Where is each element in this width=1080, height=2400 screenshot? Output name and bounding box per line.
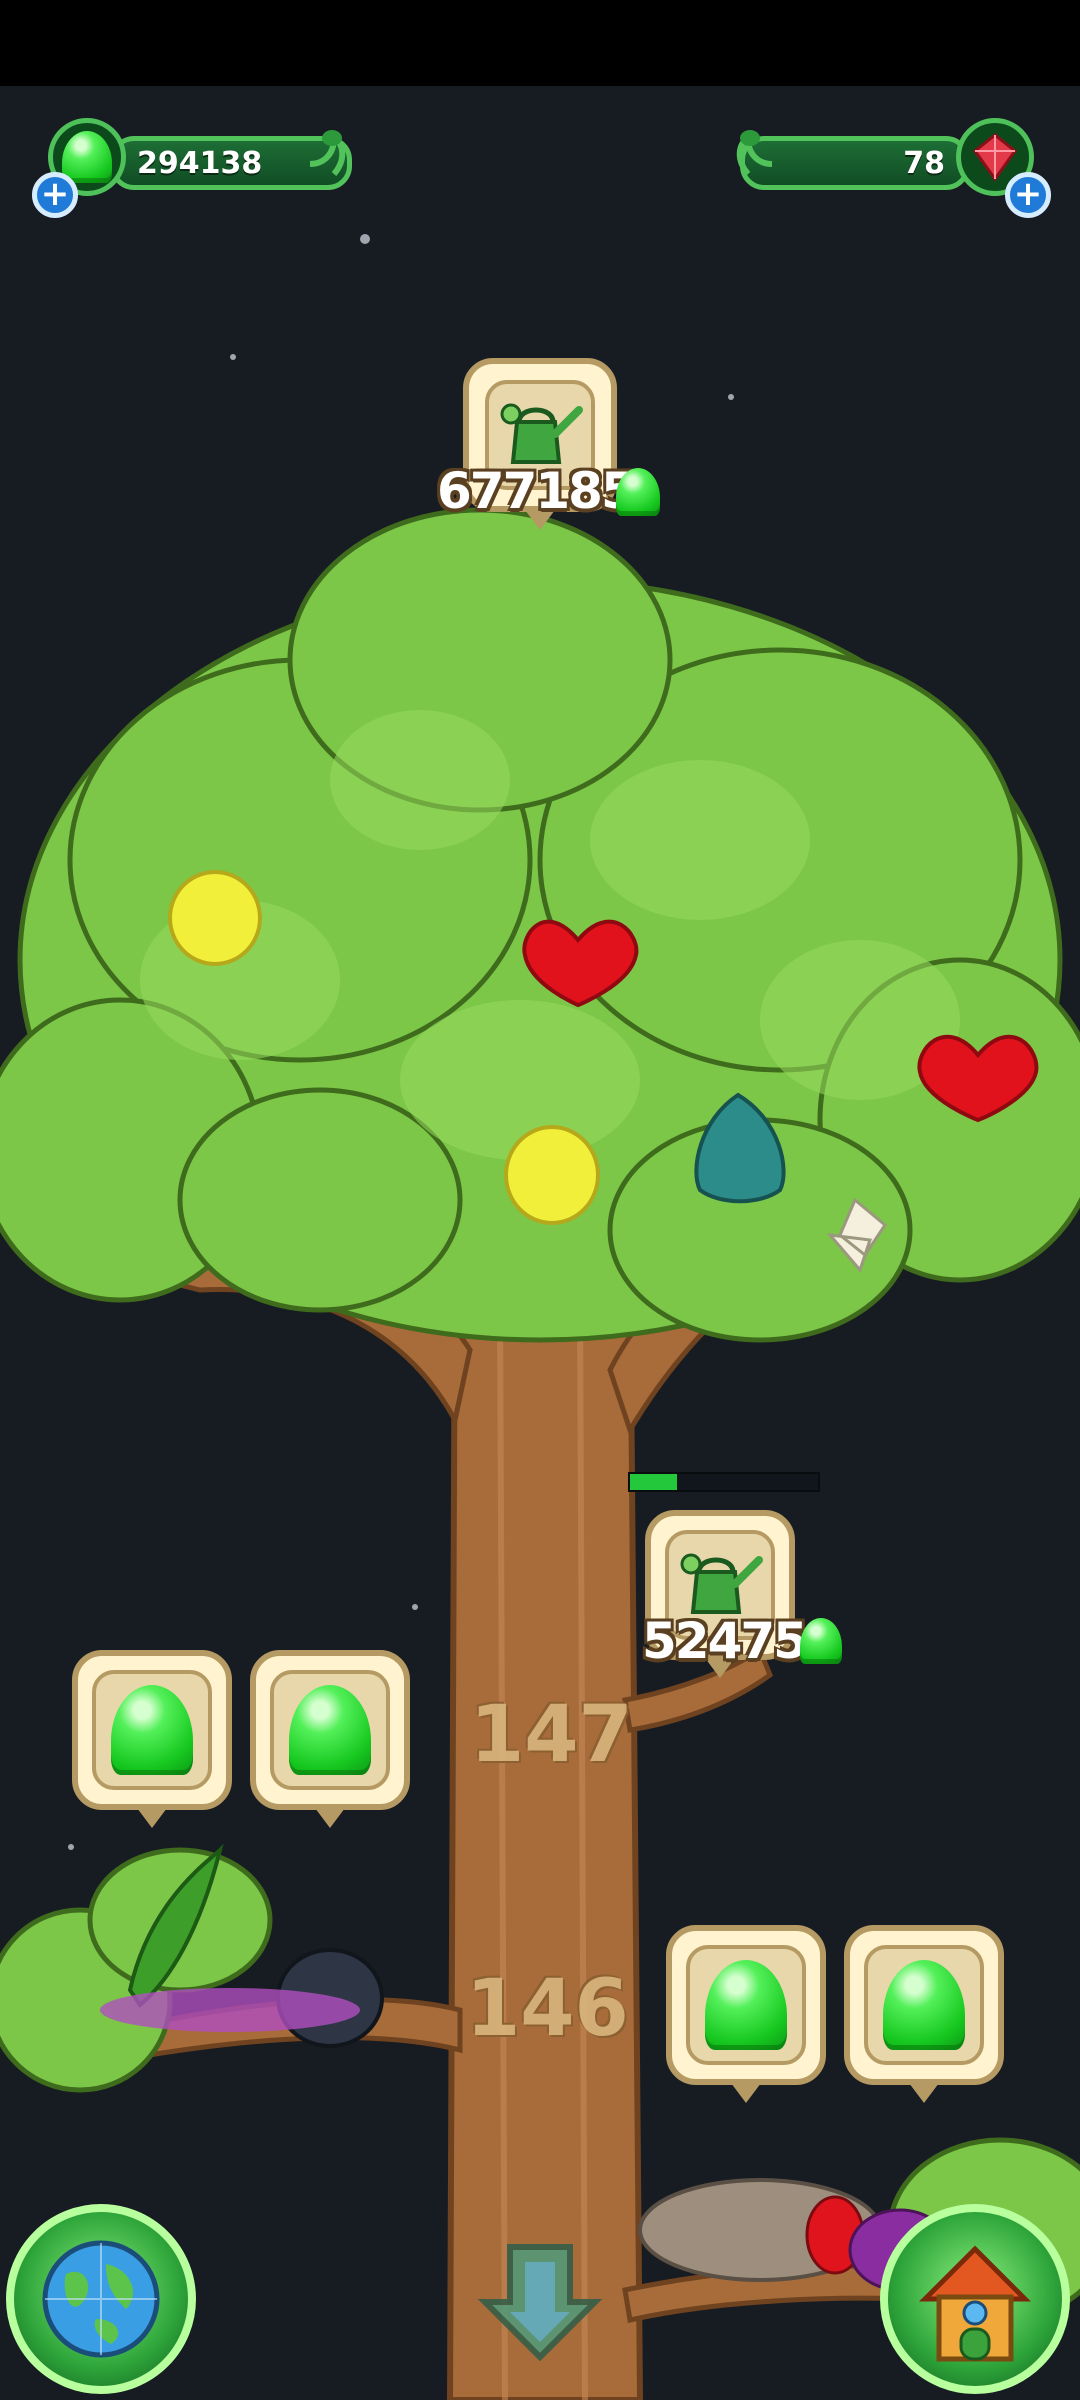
collect-gumdrop-button[interactable] [666,1925,826,2103]
gem-count: 78 [903,145,945,181]
gumdrop-icon [705,1960,787,2050]
add-gumdrops-button[interactable]: + [32,172,78,218]
growth-progress-fill [630,1474,677,1490]
collect-gumdrop-button[interactable] [72,1650,232,1828]
growth-progress-bar [628,1472,820,1492]
scroll-down-button[interactable] [470,2232,610,2372]
house-icon [918,2245,1032,2362]
gumdrop-icon [111,1685,193,1775]
upgrade-cost: 677185 [437,462,636,520]
globe-icon [42,2240,160,2358]
vine-decoration-icon [736,130,773,176]
home-button[interactable] [880,2204,1070,2394]
watering-can-icon [500,403,583,464]
gumdrop-icon [883,1960,965,2050]
level-number: 146 [466,1964,629,2054]
world-map-button[interactable] [6,2204,196,2394]
arrow-down-icon [477,2244,603,2362]
collect-gumdrop-button[interactable] [844,1925,1004,2103]
add-gems-button[interactable]: + [1005,172,1051,218]
level-number: 147 [470,1690,633,1780]
vine-decoration-icon [309,130,346,176]
upgrade-cost: 52475 [642,1612,808,1670]
collect-gumdrop-button[interactable] [250,1650,410,1828]
gumdrop-icon [289,1685,371,1775]
watering-can-icon [680,1553,763,1614]
gumdrop-count: 294138 [137,145,263,181]
